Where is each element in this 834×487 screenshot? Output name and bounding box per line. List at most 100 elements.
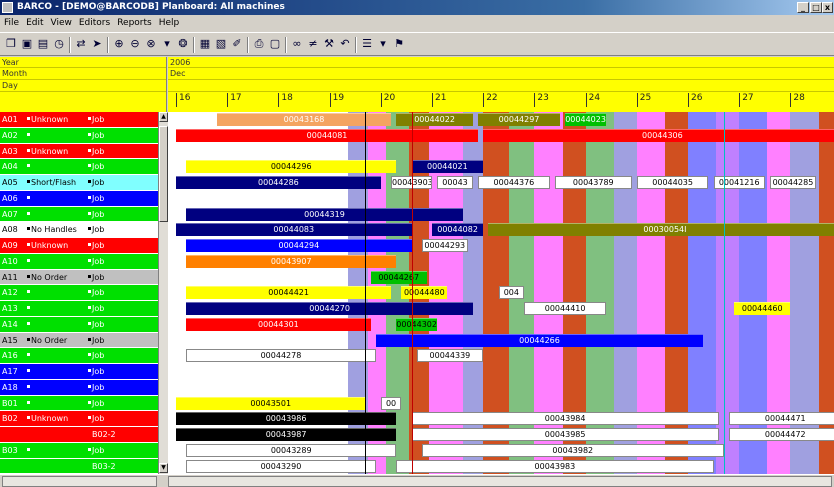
menu-file[interactable]: File — [0, 15, 22, 28]
gantt-chart[interactable]: 00043168 00044022 00044297 00044023 00044081… — [168, 112, 834, 474]
job-bar[interactable]: 00044293 — [421, 239, 468, 252]
job-bar[interactable]: 00044266 — [375, 333, 704, 347]
machine-row[interactable]: A12 Job — [0, 285, 158, 301]
job-bar[interactable]: 00043290 — [186, 459, 376, 473]
undo-icon[interactable]: ↶ — [338, 37, 352, 51]
clock-icon[interactable]: ◷ — [52, 37, 66, 51]
job-bar[interactable]: 00044480 — [401, 286, 448, 300]
menu-view[interactable]: View — [47, 15, 75, 28]
menu-editors[interactable]: Editors — [75, 15, 113, 28]
minimize-button[interactable]: _ — [797, 2, 809, 13]
machine-row[interactable]: A11 No Order Job — [0, 269, 158, 286]
job-bar[interactable]: 00044267 — [370, 270, 427, 284]
job-bar[interactable]: 00044410 — [524, 302, 607, 315]
paint-icon[interactable]: ✐ — [230, 37, 244, 51]
filter-icon[interactable]: ⚑ — [392, 37, 406, 51]
job-bar[interactable]: 00043985 — [411, 428, 719, 441]
job-bar[interactable]: 00044286 — [176, 176, 381, 189]
menu-help[interactable]: Help — [155, 15, 183, 28]
machine-row[interactable]: A10 Job — [0, 253, 158, 270]
save-icon[interactable]: ▣ — [20, 37, 34, 51]
job-bar[interactable]: 00044319 — [186, 207, 463, 221]
machine-row[interactable]: A06 Job — [0, 190, 158, 207]
machine-row[interactable]: A03 Unknown Job — [0, 143, 158, 160]
job-bar[interactable]: 00043983 — [396, 459, 714, 473]
job-bar[interactable]: 00044302 — [396, 317, 438, 331]
job-bar[interactable]: 00044294 — [186, 239, 412, 252]
machine-row[interactable]: A04 Job — [0, 159, 158, 175]
machine-row[interactable]: A17 Job — [0, 364, 158, 380]
job-bar[interactable]: 00044081 — [176, 128, 479, 142]
job-bar[interactable]: 00043986 — [176, 412, 397, 426]
job-bar[interactable]: 00041216 — [713, 176, 765, 189]
job-bar[interactable]: 00044472 — [728, 428, 834, 441]
job-bar[interactable]: 00044306 — [483, 128, 834, 142]
machine-row[interactable]: B02 Unknown Job — [0, 411, 158, 427]
tool-icon[interactable]: ⚒ — [322, 37, 336, 51]
machine-row[interactable]: A09 Unknown Job — [0, 238, 158, 254]
zoom-in-icon[interactable]: ⊕ — [112, 37, 126, 51]
split-icon[interactable]: ≠ — [306, 37, 320, 51]
restore-button[interactable]: □ — [810, 2, 822, 13]
machine-row[interactable]: A16 Job — [0, 348, 158, 364]
job-bar[interactable]: 00043984 — [411, 412, 719, 426]
link-icon[interactable]: ∞ — [290, 37, 304, 51]
machine-row[interactable]: A15 No Order Job — [0, 332, 158, 349]
job-bar[interactable]: 00044339 — [416, 349, 484, 363]
job-bar[interactable]: 00044421 — [186, 286, 392, 300]
job-bar[interactable]: 00030054I — [488, 223, 834, 237]
job-bar[interactable]: 00043501 — [176, 396, 366, 410]
vertical-scrollbar[interactable]: ▲ ▼ — [158, 112, 168, 474]
zoom-menu-icon[interactable]: ▾ — [160, 37, 174, 51]
job-bar[interactable]: 00044082 — [432, 223, 484, 237]
list-icon[interactable]: ☰ — [360, 37, 374, 51]
list-menu-icon[interactable]: ▾ — [376, 37, 390, 51]
job-bar[interactable]: 00044278 — [186, 349, 376, 363]
job-bar[interactable]: 00043982 — [421, 443, 724, 457]
job-bar[interactable]: 00044022 — [396, 113, 473, 126]
zoom-fit-icon[interactable]: ⊗ — [144, 37, 158, 51]
close-button[interactable]: x — [822, 2, 833, 13]
machine-row[interactable]: B02-2 — [0, 427, 158, 443]
machine-row[interactable]: A08 No Handles Job — [0, 222, 158, 238]
machine-row[interactable]: A01 Unknown Job — [0, 112, 158, 128]
job-bar[interactable]: 00043789 — [554, 176, 632, 189]
machine-row[interactable]: A14 Job — [0, 316, 158, 333]
job-bar[interactable]: 00044285 — [769, 176, 816, 189]
machine-row[interactable]: B03-2 — [0, 458, 158, 474]
arrow-icon[interactable]: ➤ — [90, 37, 104, 51]
scroll-down-icon[interactable]: ▼ — [159, 463, 168, 473]
job-bar[interactable]: 00044083 — [176, 223, 412, 237]
scroll-up-icon[interactable]: ▲ — [159, 112, 168, 122]
job-bar[interactable]: 00044270 — [186, 302, 473, 315]
machine-row[interactable]: A07 Job — [0, 206, 158, 223]
printer-icon[interactable]: ⎙ — [252, 37, 266, 51]
job-bar[interactable]: 00044023 — [565, 113, 607, 126]
menu-edit[interactable]: Edit — [22, 15, 46, 28]
chart-icon[interactable]: ▧ — [214, 37, 228, 51]
machine-row[interactable]: B01 Job — [0, 395, 158, 412]
right-scroll-track[interactable] — [168, 476, 832, 487]
job-bar[interactable]: 00044376 — [478, 176, 550, 189]
scroll-thumb[interactable] — [159, 126, 168, 222]
machine-row[interactable]: B03 Job — [0, 442, 158, 459]
job-bar[interactable]: 00044301 — [186, 317, 371, 331]
move-icon[interactable]: ⇄ — [74, 37, 88, 51]
horizontal-scrollbar[interactable] — [0, 474, 834, 487]
job-bar[interactable]: 00043 — [437, 176, 473, 189]
grid-icon[interactable]: ▦ — [198, 37, 212, 51]
job-bar[interactable]: 004 — [498, 286, 525, 300]
machine-row[interactable]: A05 Short/Flash Job — [0, 175, 158, 191]
open-icon[interactable]: ❐ — [4, 37, 18, 51]
preview-icon[interactable]: ▢ — [268, 37, 282, 51]
job-bar[interactable]: 00 — [380, 396, 402, 410]
machine-row[interactable]: A18 Job — [0, 379, 158, 396]
left-scroll-track[interactable] — [2, 476, 157, 487]
zoom-out-icon[interactable]: ⊖ — [128, 37, 142, 51]
job-bar[interactable]: 00043987 — [176, 428, 397, 441]
machine-row[interactable]: A13 Job — [0, 301, 158, 317]
job-bar[interactable]: 00044471 — [728, 412, 834, 426]
job-bar[interactable]: 00044021 — [411, 160, 484, 174]
job-bar[interactable]: 00044035 — [636, 176, 709, 189]
job-bar[interactable]: 00044297 — [478, 113, 560, 126]
